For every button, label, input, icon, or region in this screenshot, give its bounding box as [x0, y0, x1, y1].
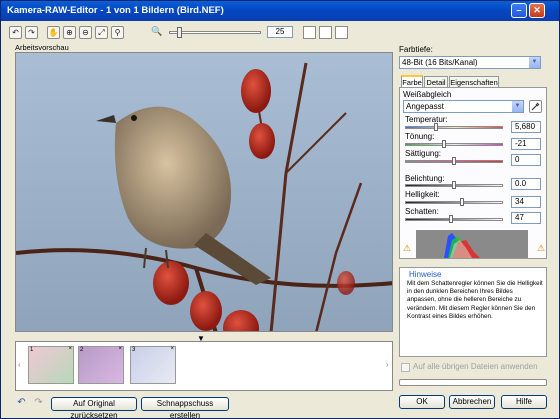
- highlight-clipping-warning-icon[interactable]: ⚠: [535, 243, 547, 254]
- brightness-track[interactable]: [405, 201, 503, 204]
- hints-text: Mit dem Schattenregler können Sie die He…: [407, 280, 543, 320]
- ok-button[interactable]: OK: [399, 395, 445, 409]
- reset-button[interactable]: Auf Original zurücksetzen: [51, 397, 137, 419]
- eyedropper-icon[interactable]: ⚲: [111, 26, 124, 39]
- redo-icon[interactable]: ↷: [32, 397, 45, 410]
- filmstrip-left-arrow-icon[interactable]: ‹: [18, 360, 21, 369]
- wb-label: Weißabgleich: [403, 90, 452, 99]
- side-by-side-icon[interactable]: [335, 26, 348, 39]
- window-title: Kamera-RAW-Editor - 1 von 1 Bildern (Bir…: [7, 5, 224, 16]
- thumbnail-1[interactable]: 1 ×: [28, 346, 74, 384]
- saturation-knob[interactable]: [452, 157, 456, 165]
- filmstrip: ‹ 1 × 2 × 3 × ›: [15, 341, 393, 391]
- single-view-icon[interactable]: [303, 26, 316, 39]
- wb-select[interactable]: Angepasst ▼: [403, 100, 524, 113]
- hints-title: Hinweise: [409, 270, 442, 279]
- preview-label: Arbeitsvorschau: [15, 43, 69, 52]
- brightness-value[interactable]: 34: [511, 196, 541, 208]
- rotate-left-icon[interactable]: ↶: [9, 26, 22, 39]
- chevron-down-icon: ▼: [512, 101, 523, 112]
- tint-label: Tönung:: [405, 132, 435, 141]
- saturation-label: Sättigung:: [405, 149, 442, 158]
- zoom-in-icon[interactable]: ⊕: [63, 26, 76, 39]
- zoom-out-icon[interactable]: ⊖: [79, 26, 92, 39]
- tint-track[interactable]: [405, 143, 503, 146]
- zoom-slider-track[interactable]: [169, 31, 261, 34]
- temperature-value[interactable]: 5,680: [511, 121, 541, 133]
- magnifier-icon: 🔍: [151, 26, 163, 36]
- saturation-value[interactable]: 0: [511, 154, 541, 166]
- depth-label: Farbtiefe:: [399, 45, 433, 54]
- preview-image[interactable]: [15, 52, 393, 332]
- rotate-right-icon[interactable]: ↷: [25, 26, 38, 39]
- thumbnail-3[interactable]: 3 ×: [130, 346, 176, 384]
- thumbnail-close-icon[interactable]: ×: [170, 346, 174, 352]
- shadows-knob[interactable]: [449, 215, 453, 223]
- fit-icon[interactable]: ⤢: [95, 26, 108, 39]
- snapshot-button[interactable]: Schnappschuss erstellen: [141, 397, 229, 419]
- cancel-button[interactable]: Abbrechen: [449, 395, 495, 409]
- tint-value[interactable]: -21: [511, 138, 541, 150]
- brightness-knob[interactable]: [460, 198, 464, 206]
- title-bar: Kamera-RAW-Editor - 1 von 1 Bildern (Bir…: [1, 1, 559, 21]
- zoom-field[interactable]: 25: [267, 26, 293, 38]
- help-button[interactable]: Hilfe: [501, 395, 547, 409]
- close-button[interactable]: ✕: [529, 3, 545, 18]
- temperature-knob[interactable]: [434, 123, 438, 131]
- temperature-track[interactable]: [405, 126, 503, 129]
- chevron-down-icon: ▼: [529, 57, 540, 68]
- shadows-track[interactable]: [405, 218, 503, 221]
- split-view-icon[interactable]: [319, 26, 332, 39]
- apply-all-label: Auf alle übrigen Dateien anwenden: [413, 362, 538, 371]
- thumbnail-number: 1: [30, 347, 34, 353]
- thumbnail-number: 3: [132, 347, 136, 353]
- tint-knob[interactable]: [442, 140, 446, 148]
- raw-editor-window: Kamera-RAW-Editor - 1 von 1 Bildern (Bir…: [0, 0, 560, 419]
- wb-eyedropper-icon[interactable]: [529, 100, 542, 113]
- brightness-label: Helligkeit:: [405, 190, 440, 199]
- exposure-value[interactable]: 0.0: [511, 178, 541, 190]
- filmstrip-right-arrow-icon[interactable]: ›: [386, 360, 389, 369]
- thumbnail-close-icon[interactable]: ×: [118, 346, 122, 352]
- apply-all-checkbox[interactable]: [401, 363, 410, 372]
- thumbnail-close-icon[interactable]: ×: [68, 346, 72, 352]
- depth-value: 48-Bit (16 Bits/Kanal): [402, 58, 478, 67]
- zoom-slider-thumb[interactable]: [177, 27, 182, 38]
- minimize-button[interactable]: –: [511, 3, 527, 18]
- progress-bar: [399, 379, 547, 386]
- hand-icon[interactable]: ✋: [47, 26, 60, 39]
- temperature-label: Temperatur:: [405, 115, 448, 124]
- shadows-label: Schatten:: [405, 207, 439, 216]
- shadow-clipping-warning-icon[interactable]: ⚠: [401, 243, 413, 254]
- exposure-knob[interactable]: [452, 181, 456, 189]
- wb-value: Angepasst: [406, 102, 444, 111]
- depth-select[interactable]: 48-Bit (16 Bits/Kanal) ▼: [399, 56, 541, 69]
- histogram: [416, 230, 528, 258]
- shadows-value[interactable]: 47: [511, 212, 541, 224]
- thumbnail-number: 2: [80, 347, 84, 353]
- exposure-label: Belichtung:: [405, 174, 445, 183]
- thumbnail-2[interactable]: 2 ×: [78, 346, 124, 384]
- undo-icon[interactable]: ↶: [15, 397, 28, 410]
